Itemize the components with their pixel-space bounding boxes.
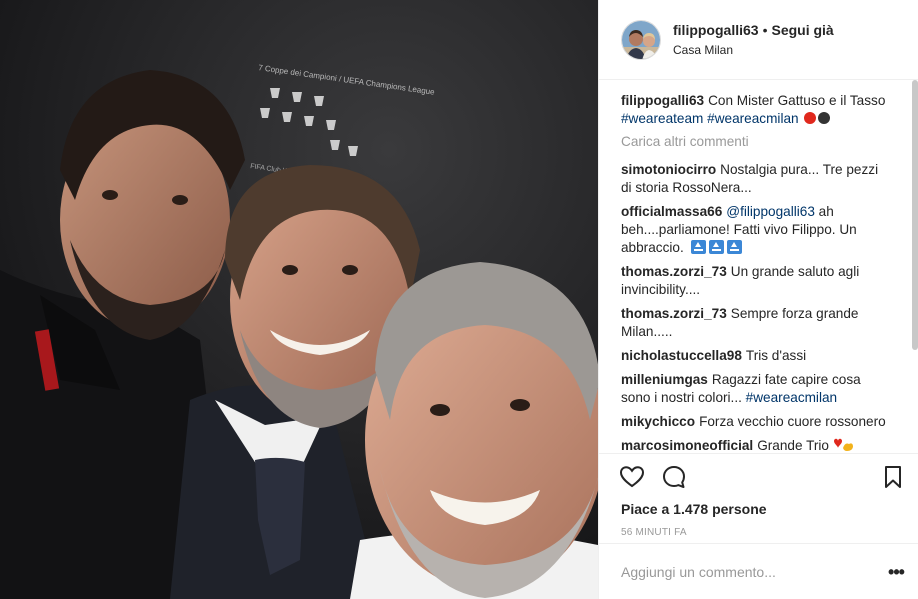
- comment-username[interactable]: milleniumgas: [621, 372, 708, 387]
- comment-text: Forza vecchio cuore rossonero: [699, 414, 886, 429]
- comment-item: mikychicco Forza vecchio cuore rossonero: [621, 413, 888, 431]
- post-timestamp: 56 MINUTI FA: [621, 527, 687, 538]
- comments-scrollbar[interactable]: [912, 80, 918, 350]
- comment-item: thomas.zorzi_73 Sempre forza grande Milan…: [621, 305, 888, 341]
- top-arrow-emoji: [690, 240, 706, 254]
- hashtag-link[interactable]: #weareacmilan: [746, 390, 837, 405]
- comment-item: milleniumgas Ragazzi fate capire cosa son…: [621, 371, 888, 407]
- post-sidebar: filippogalli63 • Segui già Casa Milan fili…: [598, 0, 918, 599]
- following-button[interactable]: Segui già: [771, 22, 833, 38]
- instagram-post-modal: 7 Coppe dei Campioni / UEFA Champions Le…: [0, 0, 918, 599]
- heart-emoji-icon: [833, 438, 853, 451]
- comment-text: Tris d'assi: [745, 348, 807, 363]
- comment-username[interactable]: thomas.zorzi_73: [621, 306, 727, 321]
- comment-username[interactable]: mikychicco: [621, 414, 695, 429]
- comment-username[interactable]: thomas.zorzi_73: [621, 264, 727, 279]
- hashtag-link[interactable]: #weareacmilan: [707, 111, 798, 126]
- heart-icon[interactable]: [619, 464, 645, 490]
- comment-item: simotoniocirro Nostalgia pura... Tre pezz…: [621, 161, 888, 197]
- hashtag-link[interactable]: #weareateam: [621, 111, 703, 126]
- red-circle-emoji: [804, 112, 817, 124]
- comment-item: marcosimoneofficial Grande Trio: [621, 437, 888, 453]
- caption-text: Con Mister Gattuso e il Tasso: [708, 93, 886, 108]
- load-more-comments-button[interactable]: Carica altri commenti: [621, 134, 888, 149]
- black-circle-emoji: [818, 112, 831, 124]
- comments-section[interactable]: filippogalli63 Con Mister Gattuso e il Ta…: [599, 80, 918, 453]
- add-comment-input[interactable]: [621, 563, 886, 580]
- post-location[interactable]: Casa Milan: [673, 41, 834, 59]
- more-options-icon[interactable]: •••: [886, 563, 906, 581]
- comment-username[interactable]: simotoniocirro: [621, 162, 716, 177]
- caption-username[interactable]: filippogalli63: [621, 93, 704, 108]
- comment-text: Grande Trio: [757, 438, 829, 453]
- likes-count[interactable]: Piace a 1.478 persone: [599, 499, 918, 519]
- post-header: filippogalli63 • Segui già Casa Milan: [599, 0, 918, 80]
- comment-username[interactable]: nicholastuccella98: [621, 348, 742, 363]
- avatar[interactable]: [621, 19, 661, 60]
- selfie-image: 7 Coppe dei Campioni / UEFA Champions Le…: [0, 0, 598, 599]
- bookmark-icon[interactable]: [880, 464, 906, 490]
- separator-dot: •: [762, 21, 768, 38]
- comment-item: nicholastuccella98 Tris d'assi: [621, 347, 888, 365]
- mention-link[interactable]: @filippogalli63: [726, 204, 815, 219]
- caption: filippogalli63 Con Mister Gattuso e il Ta…: [621, 92, 888, 128]
- post-actions: [599, 453, 918, 499]
- post-author-username[interactable]: filippogalli63: [673, 22, 759, 38]
- comment-bubble-icon[interactable]: [661, 464, 687, 490]
- top-arrow-emoji: [708, 240, 724, 254]
- post-photo[interactable]: 7 Coppe dei Campioni / UEFA Champions Le…: [0, 0, 598, 599]
- top-arrow-emoji: [726, 240, 742, 254]
- avatar-image: [622, 20, 660, 59]
- comment-item: officialmassa66 @filippogalli63 ah beh...…: [621, 203, 888, 257]
- comment-username[interactable]: marcosimoneofficial: [621, 438, 753, 453]
- comment-item: thomas.zorzi_73 Un grande saluto agli inv…: [621, 263, 888, 299]
- comment-username[interactable]: officialmassa66: [621, 204, 722, 219]
- add-comment-bar: •••: [599, 543, 918, 599]
